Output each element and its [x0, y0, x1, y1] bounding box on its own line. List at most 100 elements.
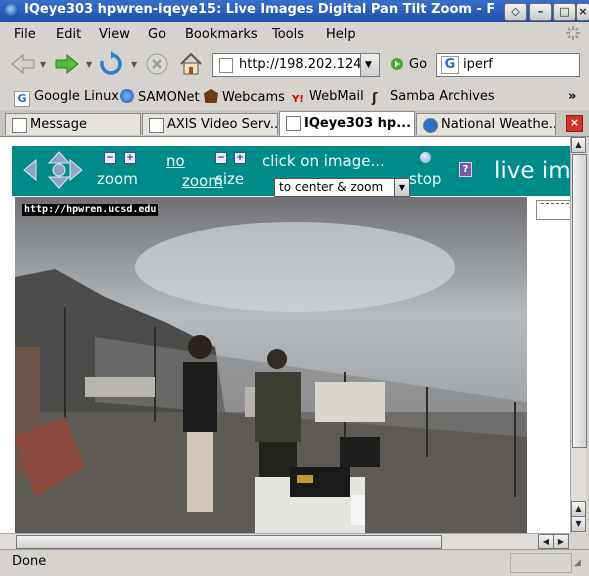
- chevron-down-icon: ▼: [394, 179, 409, 196]
- page-icon: [219, 58, 233, 73]
- page-icon: [286, 116, 301, 131]
- scroll-up-button-lower[interactable]: ▲: [571, 501, 586, 517]
- bookmark-label: WebMail: [309, 89, 364, 104]
- google-search-icon[interactable]: G: [441, 56, 459, 74]
- menu-file[interactable]: File: [14, 27, 36, 42]
- back-arrow-icon: [11, 53, 35, 75]
- stop-icon: [146, 53, 168, 75]
- tab-iqeye303[interactable]: IQeye303 hp...: [279, 111, 415, 136]
- bookmark-label: Samba Archives: [390, 89, 495, 104]
- vertical-scroll-thumb[interactable]: [572, 154, 587, 448]
- forward-button[interactable]: [54, 52, 80, 80]
- tilt-up-button[interactable]: [42, 148, 66, 162]
- camera-control-bar: − + zoom no zoom − + size click on image…: [12, 146, 570, 197]
- chevron-down-icon: ▼: [365, 60, 372, 70]
- help-icon[interactable]: ?: [459, 162, 472, 177]
- scroll-down-button[interactable]: ▼: [571, 516, 586, 532]
- tab-message[interactable]: Message: [5, 113, 141, 135]
- close-tab-button[interactable]: ×: [566, 115, 583, 132]
- weather-icon: [423, 118, 438, 133]
- close-window-button[interactable]: ×: [576, 3, 589, 21]
- firefox-icon[interactable]: [5, 4, 19, 18]
- bookmarks-toolbar: G Google Linux SAMONet Webcams Y! WebMail …: [0, 86, 589, 110]
- size-label: size: [215, 170, 245, 188]
- samonet-icon: [120, 89, 134, 103]
- bookmark-webmail[interactable]: Y! WebMail: [292, 89, 364, 108]
- side-frame-box: [536, 200, 570, 220]
- camera-overlay-url: http://hpwren.ucsd.edu: [22, 204, 159, 216]
- menu-go[interactable]: Go: [148, 27, 166, 42]
- resize-grip-icon[interactable]: ◢: [574, 558, 581, 568]
- vertical-scrollbar[interactable]: ▲ ▲ ▼: [570, 137, 587, 533]
- reload-icon: [100, 51, 122, 75]
- zoom-out-button[interactable]: −: [104, 152, 116, 164]
- samba-icon: ʃ: [372, 91, 378, 106]
- forward-dropdown[interactable]: ▼: [86, 60, 92, 69]
- tilt-down-button[interactable]: [42, 174, 66, 188]
- stop-refresh-label[interactable]: stop: [409, 170, 441, 188]
- bookmark-google-linux[interactable]: G Google Linux: [14, 89, 119, 107]
- status-bar: Done ◢: [0, 549, 589, 576]
- scroll-left-button[interactable]: ◀: [538, 534, 554, 549]
- status-panel: [510, 553, 572, 573]
- url-text[interactable]: http://198.202.124.: [239, 57, 371, 72]
- status-text: Done: [12, 554, 47, 569]
- extra-window-button[interactable]: ◇: [504, 3, 527, 21]
- tab-axis-video[interactable]: AXIS Video Serv...: [142, 113, 278, 135]
- bookmark-label: Google Linux: [34, 89, 120, 104]
- bookmarks-overflow-button[interactable]: »: [568, 89, 576, 104]
- maximize-button[interactable]: □: [553, 3, 576, 21]
- arrowhead-icon: [204, 89, 218, 103]
- camera-live-image[interactable]: [15, 197, 527, 533]
- live-images-heading: live im: [494, 158, 570, 184]
- zoom-label: zoom: [97, 170, 138, 188]
- url-history-dropdown[interactable]: ▼: [360, 53, 380, 77]
- scroll-right-button[interactable]: ▶: [553, 534, 569, 549]
- horizontal-scroll-thumb[interactable]: [16, 535, 442, 549]
- menu-help[interactable]: Help: [326, 27, 356, 42]
- yahoo-icon: Y!: [292, 94, 304, 105]
- scroll-up-button[interactable]: ▲: [571, 137, 586, 153]
- bookmark-samba-archives[interactable]: ʃ Samba Archives: [372, 89, 495, 106]
- size-decrease-button[interactable]: −: [215, 152, 227, 164]
- throbber-icon: [565, 25, 581, 41]
- back-dropdown[interactable]: ▼: [40, 60, 46, 69]
- stop-button[interactable]: [145, 52, 169, 80]
- page-icon: [12, 118, 27, 133]
- google-icon: G: [14, 91, 30, 107]
- reload-button[interactable]: [98, 51, 124, 81]
- pan-left-button[interactable]: [20, 150, 40, 186]
- search-input[interactable]: G iperf: [436, 53, 580, 77]
- search-text[interactable]: iperf: [463, 57, 493, 72]
- url-bar[interactable]: http://198.202.124.: [212, 53, 380, 77]
- size-increase-button[interactable]: +: [234, 152, 246, 164]
- home-button[interactable]: [178, 51, 204, 81]
- zoom-in-button[interactable]: +: [124, 152, 136, 164]
- tab-national-weather[interactable]: National Weathe...: [416, 113, 556, 135]
- go-label[interactable]: Go: [409, 57, 427, 72]
- title-bar: IQeye303 hpwren-iqeye15: Live Images Dig…: [0, 0, 589, 22]
- click-instruction: click on image...: [262, 152, 385, 170]
- menu-bookmarks[interactable]: Bookmarks: [185, 27, 258, 42]
- tab-label: IQeye303 hp...: [304, 116, 412, 131]
- stop-refresh-icon[interactable]: [420, 152, 431, 163]
- menu-edit[interactable]: Edit: [56, 27, 81, 42]
- bookmark-webcams[interactable]: Webcams: [204, 89, 285, 105]
- pan-right-button[interactable]: [68, 150, 88, 186]
- menu-view[interactable]: View: [99, 27, 130, 42]
- bookmark-samonet[interactable]: SAMONet: [120, 89, 200, 105]
- page-icon: [149, 118, 164, 133]
- click-action-value: to center & zoom: [279, 180, 384, 194]
- camera-scene: [15, 197, 527, 533]
- reload-dropdown[interactable]: ▼: [131, 60, 137, 69]
- minimize-button[interactable]: –: [529, 3, 552, 21]
- back-button[interactable]: [10, 52, 36, 80]
- bookmark-label: SAMONet: [138, 90, 200, 105]
- click-action-select[interactable]: to center & zoom ▼: [274, 178, 410, 197]
- tab-label: Message: [30, 117, 87, 132]
- no-zoom-link-top[interactable]: no: [166, 152, 185, 170]
- go-icon: [391, 58, 403, 70]
- go-button[interactable]: [390, 57, 404, 75]
- horizontal-scrollbar[interactable]: ◀ ▶: [0, 533, 570, 549]
- menu-tools[interactable]: Tools: [272, 27, 304, 42]
